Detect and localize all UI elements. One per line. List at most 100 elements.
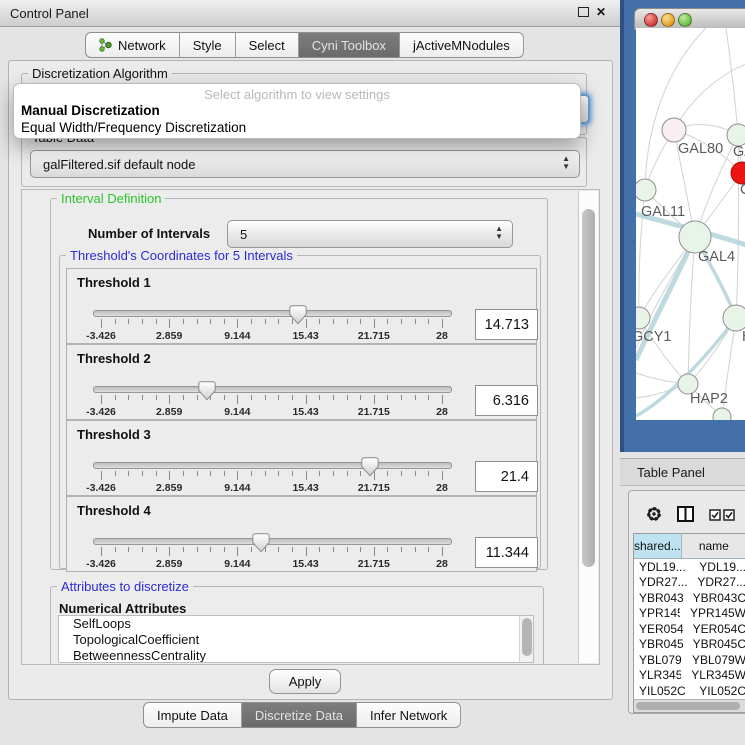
- table-row[interactable]: YBR045C YBR045C: [634, 637, 745, 653]
- gear-icon[interactable]: [645, 505, 663, 523]
- dropdown-option-equal-width[interactable]: Equal Width/Frequency Discretization: [21, 120, 246, 135]
- table-data-combobox[interactable]: galFiltered.sif default node ▲▼: [30, 150, 580, 178]
- network-canvas[interactable]: GAL80GACGAL11GAL4GCY1HHAP2: [636, 28, 745, 420]
- cell-name: YDR27...: [687, 575, 745, 589]
- attribute-list-item[interactable]: BetweennessCentrality: [59, 648, 533, 663]
- threshold-slider-track[interactable]: [93, 386, 452, 393]
- table-row[interactable]: YLR345W YLR345W: [634, 668, 745, 684]
- table-hscrollbar[interactable]: [634, 699, 745, 712]
- node-attribute-table[interactable]: shared... name YDL19... YDL19...YDR27...…: [633, 533, 745, 713]
- column-header-shared-name[interactable]: shared...: [634, 534, 682, 558]
- column-header-name[interactable]: name: [682, 534, 745, 558]
- table-hscrollbar-thumb[interactable]: [636, 702, 740, 710]
- attribute-list-item[interactable]: TopologicalCoefficient: [59, 632, 533, 648]
- list-scrollbar[interactable]: [519, 616, 533, 662]
- tab-infer-network[interactable]: Infer Network: [357, 702, 461, 728]
- network-node[interactable]: [727, 124, 745, 146]
- slider-thumb[interactable]: [289, 305, 307, 325]
- threshold-slider-track[interactable]: [93, 310, 452, 317]
- threshold-value-field[interactable]: 6.316: [475, 385, 538, 416]
- threshold-slider-track[interactable]: [93, 462, 452, 469]
- number-of-intervals-spinner[interactable]: 5 ▲▼: [227, 220, 513, 248]
- table-row[interactable]: YBR043C YBR043C: [634, 590, 745, 606]
- tab-discretize-data[interactable]: Discretize Data: [242, 702, 357, 728]
- slider-tick: [101, 471, 102, 480]
- cell-shared-name: YBL079W: [634, 653, 682, 667]
- tab-network[interactable]: Network: [85, 32, 180, 58]
- threshold-panel: Threshold 3-3.4262.8599.14415.4321.71528…: [66, 420, 537, 496]
- tab-cyni-toolbox[interactable]: Cyni Toolbox: [299, 32, 400, 58]
- slider-tick: [278, 395, 279, 400]
- slider-thumb[interactable]: [198, 381, 216, 401]
- dropdown-option-manual[interactable]: Manual Discretization: [21, 103, 160, 118]
- slider-tick-label: 21.715: [344, 558, 404, 570]
- network-node[interactable]: [731, 162, 745, 184]
- slider-tick: [347, 395, 348, 400]
- apply-button[interactable]: Apply: [269, 669, 341, 694]
- attribute-items: SelfLoopsTopologicalCoefficientBetweenne…: [59, 616, 533, 663]
- threshold-value-field[interactable]: 21.4: [475, 461, 538, 492]
- cell-name: YBL079W: [682, 653, 745, 667]
- threshold-value-field[interactable]: 11.344: [475, 537, 538, 568]
- slider-tick: [387, 319, 388, 324]
- cell-name: YBR043C: [683, 591, 745, 605]
- cell-name: YLR345W: [681, 668, 745, 682]
- panel-scrollbar-thumb[interactable]: [582, 209, 595, 567]
- network-node[interactable]: [662, 118, 686, 142]
- slider-tick: [237, 547, 238, 556]
- slider-tick-label: 21.715: [344, 406, 404, 418]
- table-row[interactable]: YIL052C YIL052C: [634, 683, 745, 699]
- table-row[interactable]: YDL19... YDL19...: [634, 559, 745, 575]
- list-scrollbar-thumb[interactable]: [522, 618, 532, 656]
- network-node[interactable]: [636, 307, 650, 329]
- tab-jactivemnodules[interactable]: jActiveMNodules: [400, 32, 524, 58]
- panel-scrollbar[interactable]: [578, 191, 598, 663]
- table-row[interactable]: YER054C YER054C: [634, 621, 745, 637]
- threshold-label: Threshold 4: [77, 503, 151, 518]
- slider-tick-label: 9.144: [207, 406, 267, 418]
- threshold-value-field[interactable]: 14.713: [475, 309, 538, 340]
- network-node[interactable]: [636, 179, 656, 201]
- network-node[interactable]: [723, 305, 745, 331]
- table-row[interactable]: YPR145W YPR145W: [634, 606, 745, 622]
- slider-tick: [401, 547, 402, 552]
- checkbox-checked-icon[interactable]: [709, 509, 721, 521]
- slider-tick-label: 28: [412, 558, 472, 570]
- tab-style[interactable]: Style: [180, 32, 236, 58]
- attribute-list-item[interactable]: SelfLoops: [59, 616, 533, 632]
- slider-thumb[interactable]: [361, 457, 379, 477]
- minimize-traffic-light-icon[interactable]: [661, 13, 675, 27]
- tab-impute-data[interactable]: Impute Data: [143, 702, 242, 728]
- threshold-slider-track[interactable]: [93, 538, 452, 545]
- tab-impute-data-label: Impute Data: [157, 708, 228, 723]
- numerical-attributes-list[interactable]: SelfLoopsTopologicalCoefficientBetweenne…: [58, 615, 534, 663]
- slider-tick: [224, 471, 225, 476]
- network-node[interactable]: [713, 408, 731, 420]
- number-of-intervals-label: Number of Intervals: [88, 226, 210, 241]
- slider-tick: [401, 395, 402, 400]
- slider-tick: [128, 319, 129, 324]
- cell-name: YIL052C: [689, 684, 745, 698]
- cell-name: YBR045C: [683, 637, 745, 651]
- tab-select[interactable]: Select: [236, 32, 299, 58]
- float-window-icon[interactable]: [578, 7, 589, 17]
- network-icon: [99, 37, 112, 53]
- table-row[interactable]: YBL079W YBL079W: [634, 652, 745, 668]
- close-traffic-light-icon[interactable]: [644, 13, 658, 27]
- slider-tick: [210, 471, 211, 476]
- slider-tick: [360, 319, 361, 324]
- slider-tick: [142, 319, 143, 324]
- slider-tick: [251, 395, 252, 400]
- spinner-arrows-icon: ▲▼: [495, 225, 503, 241]
- slider-tick: [347, 471, 348, 476]
- split-column-icon[interactable]: [677, 506, 694, 522]
- slider-thumb[interactable]: [252, 533, 270, 553]
- slider-tick: [292, 471, 293, 476]
- table-row[interactable]: YDR27... YDR27...: [634, 575, 745, 591]
- slider-tick: [292, 395, 293, 400]
- tab-infer-network-label: Infer Network: [370, 708, 447, 723]
- zoom-traffic-light-icon[interactable]: [678, 13, 692, 27]
- checkbox-checked-icon[interactable]: [723, 509, 735, 521]
- dropdown-prompt: Select algorithm to view settings: [14, 87, 580, 102]
- close-icon[interactable]: ✕: [596, 6, 606, 18]
